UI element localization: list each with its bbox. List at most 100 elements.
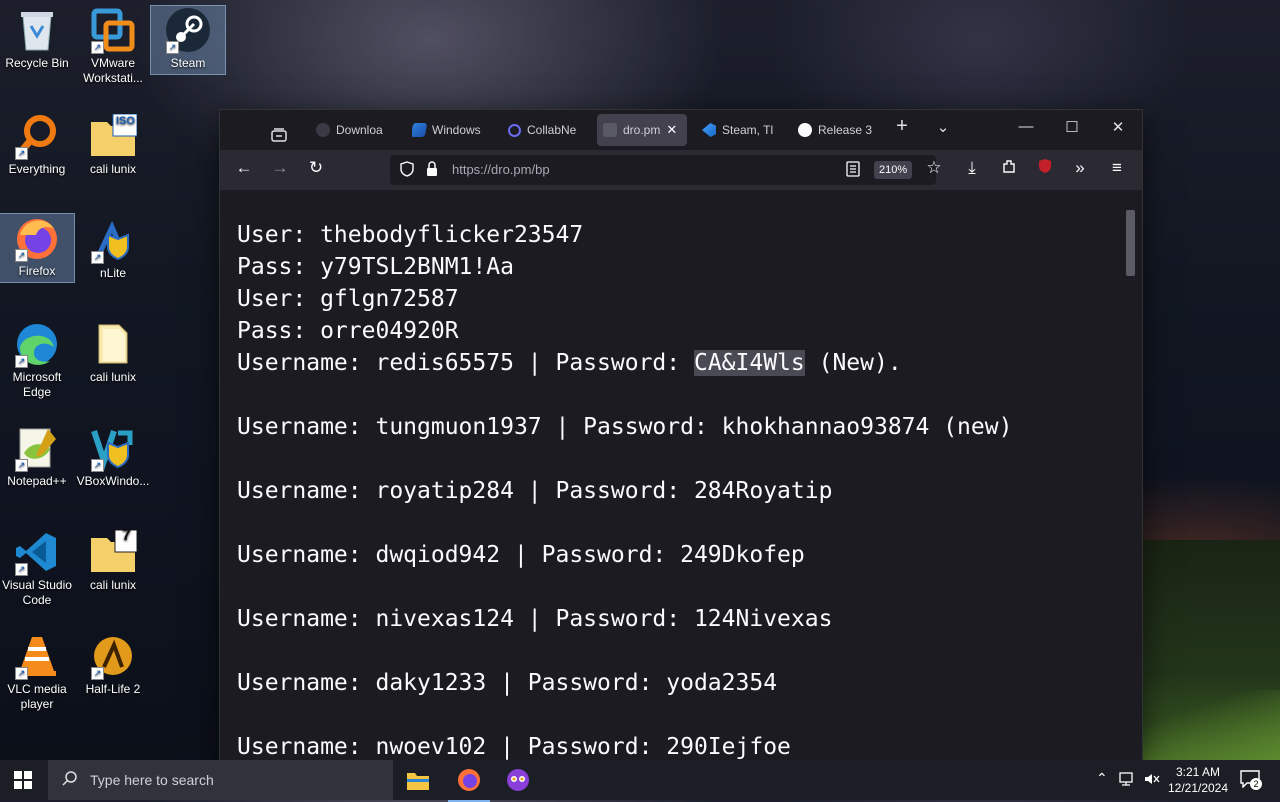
clock[interactable]: 3:21 AM 12/21/2024 — [1166, 764, 1230, 796]
content-line: Username: royatip284 | Password: 284Roya… — [237, 478, 833, 504]
bookmark-star-icon[interactable]: ☆ — [922, 158, 946, 178]
desktop-icon-label: VLC media player — [7, 682, 67, 711]
downloads-icon[interactable]: ⤓ — [960, 158, 984, 178]
clock-date: 12/21/2024 — [1167, 781, 1229, 795]
tab-label: CollabNe — [527, 123, 577, 137]
search-icon — [62, 770, 78, 791]
list-tabs-icon[interactable]: ⌄ — [931, 118, 955, 136]
desktop-icon-label: Everything — [8, 162, 66, 176]
half-life-icon: ↗ — [89, 632, 137, 680]
reload-icon[interactable]: ↻ — [304, 158, 328, 178]
desktop-icon-vboxwindows[interactable]: ↗ VBoxWindo... — [76, 424, 150, 489]
tab-steam[interactable]: Steam, Tl — [702, 114, 778, 146]
reader-view-icon[interactable] — [846, 161, 860, 182]
iso-file-icon: ISO — [89, 112, 137, 160]
notepadpp-icon: ↗ — [13, 424, 61, 472]
volume-muted-icon[interactable] — [1143, 771, 1161, 790]
url-bar[interactable]: https://dro.pm/bp 210% — [390, 155, 936, 185]
desktop-icon-edge[interactable]: ↗ Microsoft Edge — [0, 320, 74, 400]
tab-overview-icon[interactable] — [270, 119, 292, 151]
taskbar: Type here to search ⌃ 3:21 AM 12/21/2024… — [0, 760, 1280, 802]
desktop-icon-everything[interactable]: ↗ Everything — [0, 112, 74, 177]
tab-bar: Downloa Windows CollabNe dro.pm ✕ Steam,… — [220, 110, 1142, 150]
desktop-icon-half-life-2[interactable]: ↗ Half-Life 2 — [76, 632, 150, 697]
desktop-icon-cali-lunix-iso[interactable]: ISO cali lunix — [76, 112, 150, 177]
taskbar-search[interactable]: Type here to search — [48, 760, 393, 800]
desktop-icon-steam[interactable]: ↗ Steam — [150, 5, 226, 75]
desktop-icon-label: VMware Workstati... — [83, 56, 143, 85]
desktop-icon-recycle-bin[interactable]: Recycle Bin — [0, 6, 74, 71]
desktop-icon-cali-lunix-file[interactable]: cali lunix — [76, 320, 150, 385]
desktop-icon-nlite[interactable]: ↗ nLite — [76, 216, 150, 281]
desktop-icon-label: VBoxWindo... — [76, 474, 150, 488]
taskbar-app-icon[interactable] — [506, 768, 530, 797]
desktop-icon-notepadpp[interactable]: ↗ Notepad++ — [0, 424, 74, 489]
firefox-icon: ↗ — [13, 214, 61, 262]
vlc-icon: ↗ — [13, 632, 61, 680]
start-windows-icon[interactable] — [14, 771, 32, 794]
content-line: Username: tungmuon1937 | Password: khokh… — [237, 414, 1013, 440]
new-tab-icon[interactable]: + — [890, 115, 914, 138]
desktop-icon-cali-lunix-7z[interactable]: 7 cali lunix — [76, 528, 150, 593]
tab-downloads[interactable]: Downloa — [316, 114, 396, 146]
scrollbar[interactable] — [1125, 210, 1136, 758]
taskbar-firefox-icon[interactable] — [448, 760, 490, 802]
zoom-level[interactable]: 210% — [874, 161, 913, 179]
iso-badge: ISO — [116, 115, 135, 127]
close-tab-icon[interactable]: ✕ — [666, 122, 677, 138]
ublock-origin-icon[interactable] — [1033, 158, 1057, 179]
show-hidden-icons-icon[interactable]: ⌃ — [1096, 770, 1108, 787]
archive-folder-icon: 7 — [89, 528, 137, 576]
extensions-icon[interactable] — [997, 158, 1021, 179]
tab-label: dro.pm — [623, 123, 661, 137]
content-line: User: thebodyflicker23547 — [237, 222, 584, 248]
github-icon — [798, 123, 812, 137]
lock-icon[interactable] — [426, 161, 438, 182]
taskbar-file-explorer-icon[interactable] — [406, 769, 430, 796]
forward-icon[interactable]: → — [268, 158, 292, 178]
minimize-icon[interactable]: — — [1014, 118, 1038, 135]
shield-icon[interactable] — [400, 161, 414, 182]
tab-windows[interactable]: Windows — [412, 114, 492, 146]
wallpaper-grass — [1140, 690, 1280, 760]
selected-password[interactable]: CA&I4Wls — [693, 350, 805, 376]
windows-icon — [412, 123, 428, 137]
network-icon[interactable] — [1118, 771, 1136, 790]
desktop-icon-vlc[interactable]: ↗ VLC media player — [0, 632, 74, 712]
maximize-icon[interactable]: ☐ — [1060, 118, 1084, 136]
tab-label: Steam, Tl — [722, 123, 774, 137]
clock-time: 3:21 AM — [1175, 765, 1221, 779]
steam-icon: ↗ — [164, 6, 212, 54]
scrollbar-thumb[interactable] — [1126, 210, 1135, 276]
desktop-icon-label: cali lunix — [89, 578, 137, 592]
close-window-icon[interactable]: ✕ — [1106, 118, 1130, 136]
firefox-window: Downloa Windows CollabNe dro.pm ✕ Steam,… — [220, 110, 1142, 760]
download-icon — [316, 123, 330, 137]
tab-release[interactable]: Release 3 — [798, 114, 872, 146]
tab-label: Release 3 — [818, 123, 872, 137]
notification-center-icon[interactable]: 2 — [1240, 770, 1262, 791]
desktop-icon-vscode[interactable]: ↗ Visual Studio Code — [0, 528, 74, 608]
tab-label: Downloa — [336, 123, 383, 137]
url-text[interactable]: https://dro.pm/bp — [452, 162, 550, 177]
vmware-icon: ↗ — [89, 6, 137, 54]
content-line: User: gflgn72587 — [237, 286, 459, 312]
more-tools-icon[interactable]: » — [1068, 158, 1092, 178]
content-line: Pass: y79TSL2BNM1!Aa — [237, 254, 514, 280]
file-icon — [89, 320, 137, 368]
desktop-icon-label: Notepad++ — [7, 474, 67, 488]
back-icon[interactable]: ← — [232, 158, 256, 178]
desktop-icon-firefox[interactable]: ↗ Firefox — [0, 213, 75, 283]
tab-collabnet[interactable]: CollabNe — [508, 114, 582, 146]
desktop-icon-label: cali lunix — [89, 162, 137, 176]
desktop-icon-vmware[interactable]: ↗ VMware Workstati... — [76, 6, 150, 86]
tab-dro-pm[interactable]: dro.pm ✕ — [597, 114, 687, 146]
content-line: Username: daky1233 | Password: yoda2354 — [237, 670, 778, 696]
page-icon — [603, 123, 617, 137]
content-line: Username: dwqiod942 | Password: 249Dkofe… — [237, 542, 805, 568]
content-line: Username: nivexas124 | Password: 124Nive… — [237, 606, 833, 632]
nlite-icon: ↗ — [89, 216, 137, 264]
page-content: User: thebodyflicker23547 Pass: y79TSL2B… — [220, 190, 1142, 760]
vscode-icon: ↗ — [13, 528, 61, 576]
menu-icon[interactable]: ≡ — [1105, 158, 1129, 178]
